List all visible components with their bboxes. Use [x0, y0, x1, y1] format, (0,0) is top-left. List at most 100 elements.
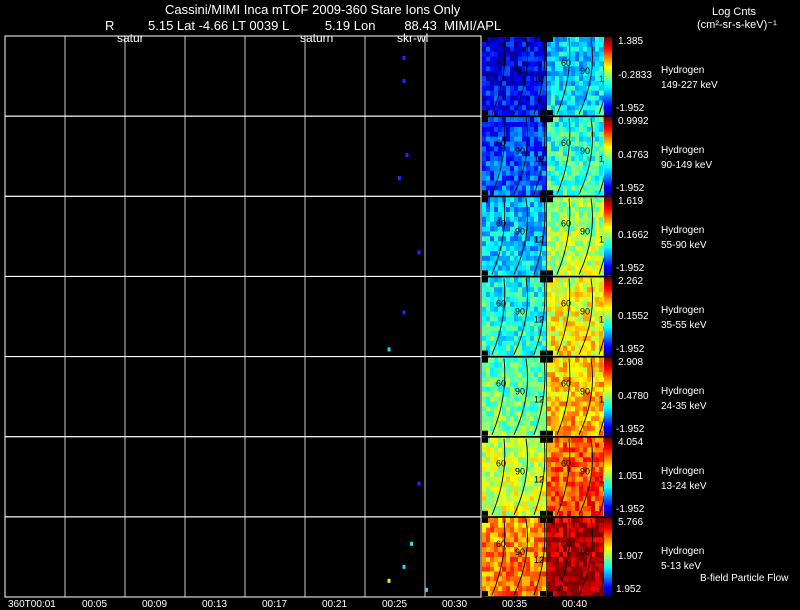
data-point	[402, 564, 406, 569]
panel-frame	[4, 115, 482, 197]
colorbar-min: -1.952	[616, 503, 645, 515]
contour-label: 60	[561, 298, 571, 308]
chart-title: Cassini/MIMI Inca mTOF 2009-360 Stare Io…	[165, 2, 461, 17]
contour-label: 12	[534, 555, 544, 565]
panel-1: 609012609012	[4, 115, 612, 197]
colorbar	[604, 37, 612, 116]
colorbar-mid: 0.4763	[618, 150, 649, 162]
contour-label: 60	[496, 138, 506, 148]
r-label: R	[105, 18, 115, 33]
contour-label: 60	[561, 539, 571, 549]
heatmap-right: 609012	[547, 37, 612, 116]
panel-energy-label: 35-55 keV	[661, 320, 707, 332]
bfield-legend-note: B-field Particle Flow	[700, 573, 789, 584]
panel-frame	[4, 195, 482, 277]
colorbar-max: 2.908	[618, 356, 644, 368]
panel-frame	[4, 436, 482, 518]
contour-label: 12	[534, 74, 544, 84]
panel-species-label: Hydrogen	[661, 545, 705, 557]
panel-2: 609012609012	[4, 195, 612, 277]
contour-label: 90	[515, 547, 525, 557]
panel-6: 609012609012	[4, 516, 612, 598]
panel-energy-label: 149-227 keV	[661, 80, 718, 91]
colorbar-max: 1.619	[618, 196, 644, 208]
contour-label: 12	[534, 234, 544, 244]
contour-label: 60	[496, 58, 506, 68]
panel-4: 609012609012	[4, 356, 612, 438]
data-point	[410, 541, 413, 546]
colorbar	[604, 277, 612, 356]
heatmap-left: 60 90 12	[482, 517, 547, 597]
colorbar-mid: 1.907	[618, 550, 644, 562]
panel-species-label: Hydrogen	[661, 305, 705, 317]
panel-frame	[4, 275, 482, 358]
colorbar-mid: 0.1662	[618, 230, 649, 242]
panel-species-label: Hydrogen	[661, 385, 705, 397]
data-point	[398, 176, 401, 181]
contour-label: 90	[580, 226, 590, 236]
colorbar-min: -1.952	[616, 423, 645, 435]
contour-label: 90	[580, 66, 590, 76]
heatmap-right: 609012	[547, 437, 612, 517]
heatmap-left: 60 90 12	[482, 437, 547, 517]
colorbar	[604, 357, 612, 437]
panel-species-label: Hydrogen	[661, 225, 705, 237]
data-point	[425, 587, 428, 592]
contour-label: 90	[580, 306, 590, 316]
indicator-saturn: saturn	[300, 31, 334, 45]
colorbar	[604, 437, 612, 517]
panel-energy-label: 90-149 keV	[661, 160, 713, 172]
contour-label: 60	[561, 379, 571, 389]
colorbar-min: -1.952	[616, 263, 645, 275]
units-label: (cm²-sr-s-keV)⁻¹	[697, 19, 777, 31]
contour-label: 90	[580, 387, 590, 397]
data-point	[405, 153, 409, 158]
contour-label: 90	[515, 387, 525, 397]
contour-label: 60	[496, 298, 506, 308]
contour-label: 12	[534, 395, 544, 405]
heatmap-right: 609012	[547, 197, 612, 276]
colorbar-mid: 1.051	[618, 470, 644, 482]
data-point	[402, 310, 406, 315]
heatmap-right: 609012	[547, 517, 612, 597]
contour-label: 60	[561, 58, 571, 68]
units-title: Log Cnts	[712, 6, 757, 18]
contour-label: 60	[496, 539, 506, 549]
panel-5: 609012609012	[4, 436, 612, 518]
colorbar-max: 5.766	[618, 516, 644, 528]
contour-label: 90	[515, 66, 525, 76]
indicator-satur: satur	[117, 31, 144, 45]
panel-species-label: Hydrogen	[661, 65, 705, 76]
colorbar-min: 1.952	[616, 584, 642, 595]
colorbar-max: 0.9992	[618, 116, 649, 128]
heatmap-left: 60 90 12	[482, 357, 547, 437]
heatmap-right: 609012	[547, 357, 612, 437]
panel-frame	[4, 356, 482, 438]
colorbar-mid: -0.2833	[618, 70, 652, 82]
panel-energy-label: 55-90 keV	[661, 240, 707, 252]
contour-label: 60	[561, 218, 571, 228]
heatmap-right: 609012	[547, 277, 612, 356]
data-point	[387, 578, 391, 583]
panel-0: 609012609012	[4, 35, 612, 117]
panel-frame	[4, 516, 482, 598]
colorbar-min: -1.952	[616, 183, 645, 195]
contour-label: 90	[515, 306, 525, 316]
contour-label: 90	[515, 467, 525, 477]
colorbar-mid: 0.1552	[618, 310, 649, 322]
colorbar-min: -1.952	[616, 343, 645, 355]
contour-label: 60	[496, 218, 506, 228]
heatmap-right: 609012	[547, 117, 612, 196]
data-point	[387, 347, 391, 352]
contour-label: 60	[496, 379, 506, 389]
heatmap-left: 60 90 12	[482, 277, 547, 356]
contour-label: 90	[580, 146, 590, 156]
colorbar	[604, 117, 612, 196]
panel-energy-label: 24-35 keV	[661, 400, 707, 412]
indicator-skr: skr-wl	[397, 31, 429, 45]
panel-species-label: Hydrogen	[661, 465, 705, 477]
contour-label: 12	[534, 475, 544, 485]
colorbar-max: 2.262	[618, 276, 644, 288]
panel-energy-label: 13-24 keV	[661, 480, 707, 492]
data-point	[402, 56, 406, 60]
